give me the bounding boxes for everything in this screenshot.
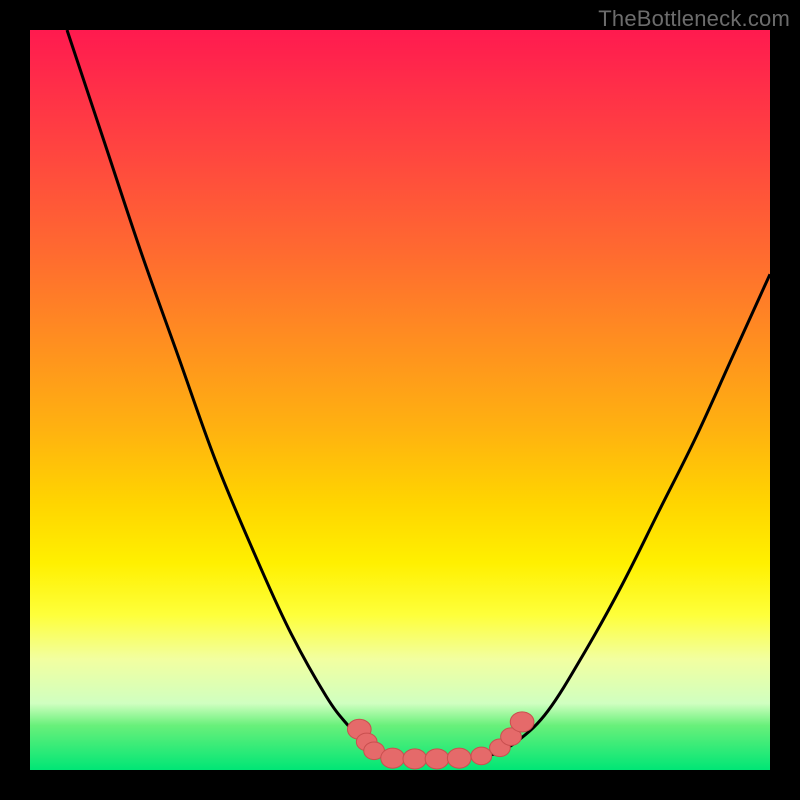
plot-area: [30, 30, 770, 770]
marker-4: [403, 749, 427, 769]
series-path-left-branch: [67, 30, 378, 755]
series-left-branch: [67, 30, 378, 755]
marker-10: [510, 712, 534, 732]
curve-svg: [30, 30, 770, 770]
series-right-branch: [496, 274, 770, 754]
markers: [347, 712, 533, 769]
watermark-text: TheBottleneck.com: [598, 6, 790, 32]
series-path-right-branch: [496, 274, 770, 754]
marker-3: [381, 748, 405, 768]
chart-frame: TheBottleneck.com: [0, 0, 800, 800]
marker-5: [425, 749, 449, 769]
marker-6: [447, 748, 471, 768]
marker-7: [471, 747, 492, 765]
